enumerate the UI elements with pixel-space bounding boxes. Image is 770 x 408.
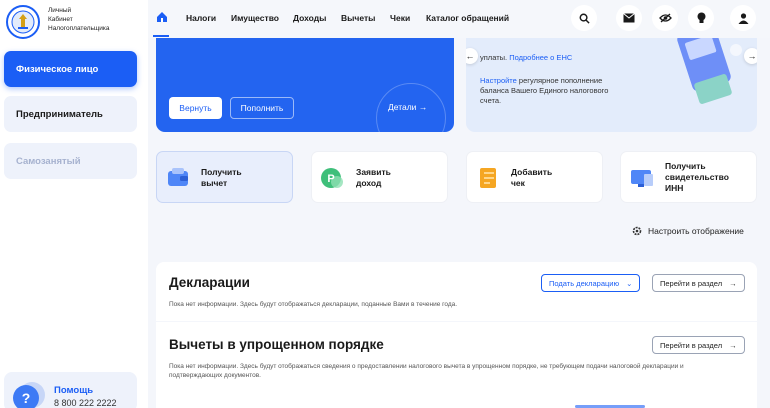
tax-service-emblem-logo[interactable] <box>6 5 40 39</box>
user-icon <box>738 12 748 24</box>
ruble-coins-icon: P <box>321 168 343 188</box>
logo-line: Личный <box>48 7 72 14</box>
search-icon <box>579 13 590 24</box>
customize-view-label: Настроить отображение <box>648 226 744 236</box>
customize-view-button[interactable]: Настроить отображение <box>632 226 744 236</box>
svg-text:?: ? <box>22 390 31 406</box>
profile-button[interactable] <box>730 5 756 31</box>
gear-icon <box>632 226 642 236</box>
chevron-down-icon: ⌄ <box>626 278 633 288</box>
sidebar-item-individual[interactable]: Физическое лицо <box>4 51 137 87</box>
messages-button[interactable] <box>616 5 642 31</box>
sidebar-item-label: Физическое лицо <box>16 63 99 75</box>
receipt-icon <box>480 168 496 188</box>
eye-off-icon <box>658 13 672 23</box>
label-line: чек <box>511 178 525 188</box>
sidebar-item-entrepreneur[interactable]: Предприниматель <box>4 96 137 132</box>
setup-link[interactable]: Настройте <box>480 76 517 85</box>
help-title: Помощь <box>54 385 94 396</box>
arrow-left-icon: ← <box>466 51 475 61</box>
panel-description: Пока нет информации. Здесь будут отображ… <box>169 362 684 380</box>
promo-card: уплаты. Подробнее о ЕНС Настройте регуля… <box>466 38 757 132</box>
top-navigation: Налоги Имущество Доходы Вычеты Чеки Ката… <box>148 0 770 38</box>
panel-title: Вычеты в упрощенном порядке <box>169 337 384 352</box>
arrow-right-icon: → <box>729 340 737 350</box>
promo-text: уплаты. <box>480 53 508 62</box>
sidebar-item-label: Самозанятый <box>16 155 81 167</box>
ens-info-link[interactable]: Подробнее о ЕНС <box>509 53 572 62</box>
help-phone[interactable]: 8 800 222 2222 <box>54 398 117 408</box>
goto-section-button[interactable]: Перейти в раздел → <box>652 336 745 354</box>
label-line: Добавить <box>511 167 553 177</box>
nav-receipts[interactable]: Чеки <box>390 13 410 23</box>
quick-action-inn-certificate[interactable]: Получить свидетельство ИНН <box>620 151 757 203</box>
panel-description: Пока нет информации. Здесь будут отображ… <box>169 301 458 308</box>
promo-line: уплаты. Подробнее о ЕНС <box>480 53 572 62</box>
quick-action-get-deduction[interactable]: Получить вычет <box>156 151 293 203</box>
quick-action-add-receipt[interactable]: Добавить чек <box>466 151 603 203</box>
nav-income[interactable]: Доходы <box>293 13 326 23</box>
nav-appeals-catalog[interactable]: Каталог обращений <box>426 13 509 23</box>
help-question-icon: ? <box>13 382 45 408</box>
description-line: подтверждающих документов. <box>169 372 261 379</box>
promo-body: Настройте регулярное пополнение баланса … <box>480 76 630 106</box>
button-label: Подать декларацию <box>549 278 620 288</box>
nav-deductions[interactable]: Вычеты <box>341 13 375 23</box>
label-line: Получить <box>201 167 242 177</box>
label-line: вычет <box>201 178 228 188</box>
sidebar-item-self-employed[interactable]: Самозанятый <box>4 143 137 179</box>
sidebar: Личный Кабинет Налогоплательщика Физичес… <box>0 0 148 408</box>
sidebar-item-label: Предприниматель <box>16 108 103 120</box>
label-line: ИНН <box>665 183 684 193</box>
search-button[interactable] <box>571 5 597 31</box>
logo-line: Налогоплательщика <box>48 25 110 32</box>
label-line: Заявить <box>356 167 391 177</box>
description-line: Пока нет информации. Здесь будут отображ… <box>169 363 684 370</box>
help-widget[interactable]: ? Помощь 8 800 222 2222 <box>4 372 137 408</box>
quick-action-label: Получить вычет <box>201 167 242 189</box>
quick-action-label: Получить свидетельство ИНН <box>665 161 729 194</box>
label-line: свидетельство <box>665 172 729 182</box>
declarations-panel: Декларации Подать декларацию ⌄ Перейти в… <box>156 262 757 321</box>
goto-section-button[interactable]: Перейти в раздел → <box>652 274 745 292</box>
carousel-next-button[interactable]: → <box>744 48 757 64</box>
quick-action-label: Заявить доход <box>356 167 391 189</box>
tips-button[interactable] <box>688 5 714 31</box>
svg-text:P: P <box>327 173 334 185</box>
lightbulb-icon <box>697 12 705 23</box>
button-label: Перейти в раздел <box>660 278 723 288</box>
logo-text[interactable]: Личный Кабинет Налогоплательщика <box>48 6 109 33</box>
topup-button[interactable]: Пополнить <box>230 97 294 119</box>
simplified-deductions-panel: Вычеты в упрощенном порядке Перейти в ра… <box>156 322 757 408</box>
carousel-prev-button[interactable]: ← <box>466 48 478 64</box>
return-button[interactable]: Вернуть <box>169 97 222 119</box>
arrow-right-icon: → <box>418 102 428 112</box>
button-label: Перейти в раздел <box>660 340 723 350</box>
balance-card: Вернуть Пополнить Детали → <box>156 38 454 132</box>
panel-title: Декларации <box>169 275 250 290</box>
logo-line: Кабинет <box>48 16 73 23</box>
arrow-right-icon: → <box>729 278 737 288</box>
quick-action-declare-income[interactable]: P Заявить доход <box>311 151 448 203</box>
accessibility-button[interactable] <box>652 5 678 31</box>
home-active-indicator <box>153 35 169 37</box>
arrow-right-icon: → <box>747 51 757 61</box>
payment-terminal-illustration <box>677 38 742 104</box>
quick-action-label: Добавить чек <box>511 167 552 189</box>
home-icon[interactable] <box>156 11 168 23</box>
carousel-dots <box>597 124 627 132</box>
label-line: доход <box>356 178 382 188</box>
details-label: Детали <box>388 102 417 112</box>
details-link[interactable]: Детали → <box>388 102 427 112</box>
label-line: Получить <box>665 161 706 171</box>
nav-taxes[interactable]: Налоги <box>186 13 216 23</box>
monitor-document-icon <box>631 170 653 187</box>
submit-declaration-dropdown[interactable]: Подать декларацию ⌄ <box>541 274 641 292</box>
mail-icon <box>623 13 635 23</box>
nav-property[interactable]: Имущество <box>231 13 279 23</box>
wallet-icon <box>168 168 188 186</box>
